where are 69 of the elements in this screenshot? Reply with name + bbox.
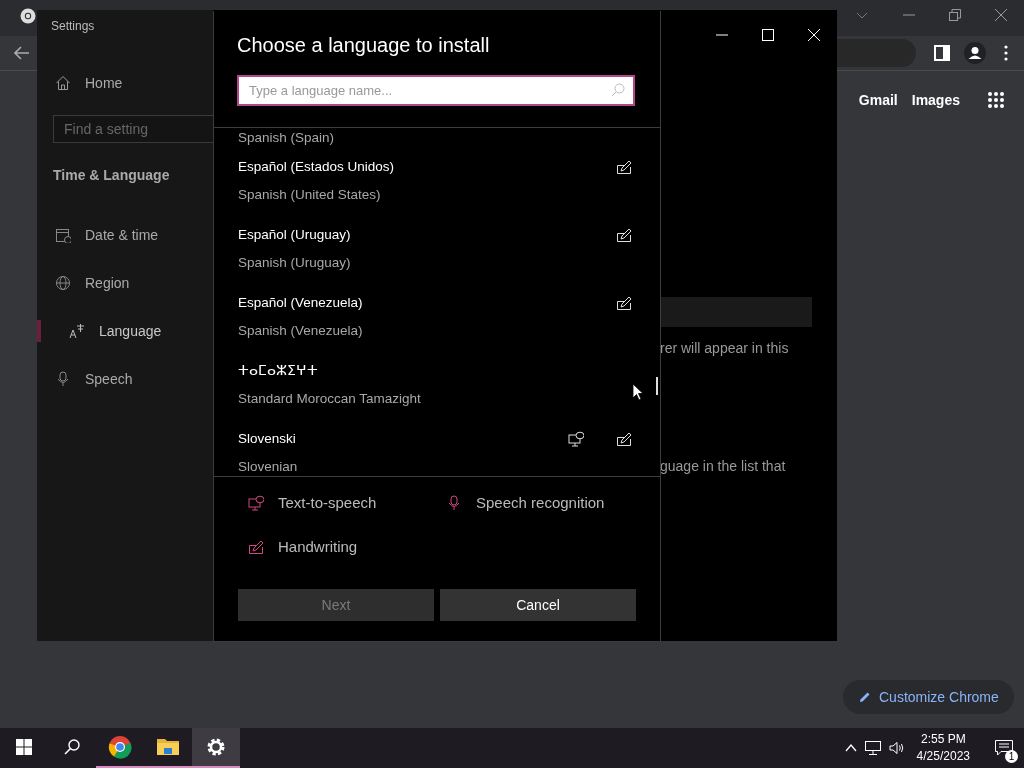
nav-item[interactable]: Date & time — [37, 211, 213, 259]
list-row[interactable]: Español (Uruguay) Spanish (Uruguay) — [214, 221, 660, 289]
home-icon — [55, 75, 71, 91]
clock[interactable]: 2:55 PM 4/25/2023 — [916, 731, 970, 765]
pencil-icon — [859, 691, 871, 703]
list-row[interactable]: Español (Venezuela) Spanish (Venezuela) — [214, 289, 660, 357]
back-arrow-icon[interactable] — [14, 46, 30, 60]
dialog-title: Choose a language to install — [237, 33, 491, 57]
description-text: rer will appear in this — [660, 340, 790, 356]
language-name: Español (Venezuela) — [238, 294, 364, 312]
legend-label: Speech recognition — [476, 493, 605, 513]
browser-logo-icon[interactable] — [20, 8, 36, 24]
home-link[interactable]: Home — [37, 67, 213, 99]
windows-logo-icon — [16, 739, 32, 755]
globe-icon — [55, 275, 71, 291]
microphone-icon — [55, 371, 71, 387]
customize-button[interactable]: Customize Chrome — [843, 680, 1014, 714]
calendar-clock-icon — [55, 227, 71, 243]
scrollbar-thumb[interactable] — [656, 377, 658, 395]
list-row[interactable]: ⵜⴰⵎⴰⵣⵉⵖⵜ Standard Moroccan Tamazight — [214, 357, 660, 425]
list-row[interactable]: Slovenski Slovenian — [214, 425, 660, 476]
microphone-icon — [446, 495, 462, 511]
apps-grid-icon[interactable] — [988, 92, 1004, 108]
language-name: Slovenski — [238, 430, 297, 448]
section-heading: Time & Language — [53, 167, 171, 183]
maximize-icon[interactable] — [762, 29, 774, 41]
network-icon[interactable] — [864, 741, 881, 755]
description-text: guage in the list that — [660, 458, 787, 474]
restore-icon[interactable] — [949, 9, 961, 21]
notification-count: 1 — [1005, 750, 1018, 763]
mouse-cursor-icon — [632, 383, 644, 401]
nav-item[interactable]: Speech — [37, 355, 213, 403]
taskbar-app[interactable] — [192, 728, 240, 768]
date-text: 4/25/2023 — [916, 748, 970, 765]
chevron-up-icon[interactable] — [844, 744, 857, 752]
header-link[interactable]: Images — [911, 92, 960, 108]
side-panel-icon[interactable] — [934, 45, 950, 61]
notifications-button[interactable]: 1 — [992, 736, 1016, 760]
more-menu-icon[interactable] — [1004, 45, 1008, 61]
legend-label: Handwriting — [278, 537, 358, 557]
language-name: Español (Estados Unidos) — [238, 158, 396, 176]
nav-item[interactable]: Region — [37, 259, 213, 307]
profile-icon[interactable] — [964, 42, 986, 64]
time-text: 2:55 PM — [920, 731, 966, 748]
language-english-name: Spanish (Uruguay) — [238, 254, 352, 272]
language-english-name: Standard Moroccan Tamazight — [238, 390, 422, 408]
language-english-name: Spanish (Spain) — [238, 129, 336, 147]
browser-app-icon — [108, 735, 132, 759]
legend-label: Text-to-speech — [278, 493, 377, 513]
language-english-name: Slovenian — [238, 458, 299, 476]
search-field[interactable]: Type a language name... — [237, 75, 635, 106]
selection-indicator — [37, 320, 41, 342]
list-row[interactable]: Español (Estados Unidos) Spanish (United States) — [214, 153, 660, 221]
nav-item[interactable]: Language — [37, 307, 213, 355]
language-english-name: Spanish (United States) — [238, 186, 382, 204]
volume-icon[interactable] — [888, 741, 905, 755]
caret-down-icon[interactable] — [856, 12, 868, 20]
window-title: Settings — [51, 19, 96, 35]
language-name: ⵜⴰⵎⴰⵣⵉⵖⵜ — [238, 362, 319, 380]
pen-paper-icon — [248, 539, 264, 555]
language-icon — [69, 323, 85, 339]
search-icon — [611, 83, 625, 97]
search-icon — [64, 739, 80, 755]
list-row[interactable]: Spanish (Spain) — [214, 128, 660, 153]
language-english-name: Spanish (Venezuela) — [238, 322, 364, 340]
dialog-button[interactable]: Cancel — [440, 589, 636, 621]
header-link[interactable]: Gmail — [858, 92, 898, 108]
speech-bubble-monitor-icon — [248, 495, 264, 511]
language-name: Español (Uruguay) — [238, 226, 352, 244]
